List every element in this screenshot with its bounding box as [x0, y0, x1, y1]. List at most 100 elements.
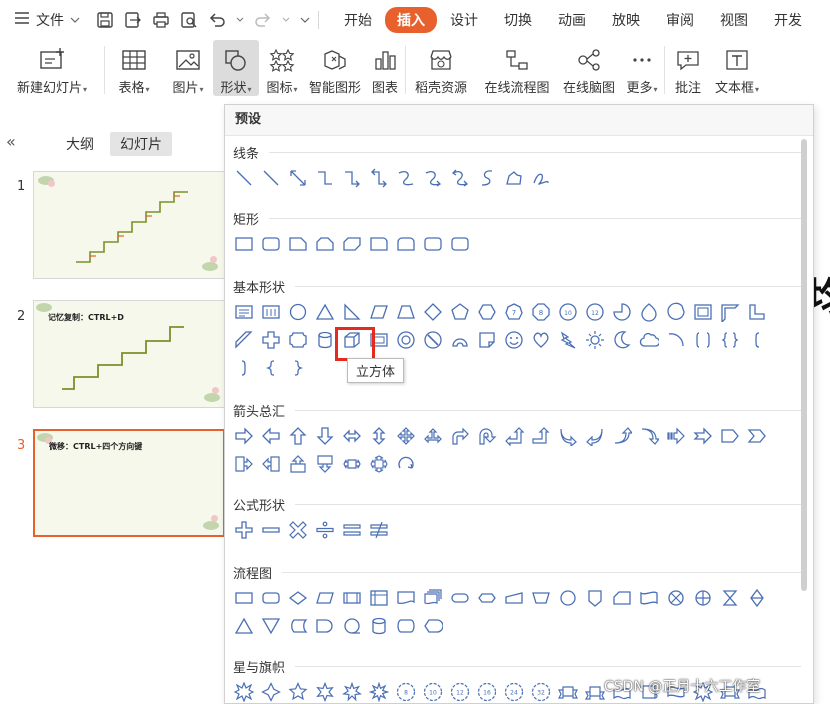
shape-aLR-icon[interactable] — [341, 425, 363, 447]
shape-vtext-icon[interactable] — [260, 301, 282, 323]
shape-fStored-icon[interactable] — [287, 615, 309, 637]
shape-cloud-icon[interactable] — [638, 329, 660, 351]
shape-fManIn-icon[interactable] — [503, 587, 525, 609]
shape-s4-icon[interactable] — [260, 681, 282, 703]
shape-chevron-icon[interactable] — [746, 425, 768, 447]
tab-outline[interactable]: 大纲 — [56, 132, 104, 156]
shape-chord-icon[interactable] — [665, 301, 687, 323]
shape-aCurvD-icon[interactable] — [638, 425, 660, 447]
shape-fConn-icon[interactable] — [557, 587, 579, 609]
shape-aCurvU-icon[interactable] — [611, 425, 633, 447]
shape-fTape-icon[interactable] — [638, 587, 660, 609]
shape-snip1-icon[interactable] — [287, 233, 309, 255]
shape-frame-icon[interactable] — [692, 301, 714, 323]
shape-rtri-icon[interactable] — [341, 301, 363, 323]
shape-plaque-icon[interactable] — [287, 329, 309, 351]
shape-divide-icon[interactable] — [314, 519, 336, 541]
online-mindmap-button[interactable]: 在线脑图 — [558, 40, 620, 96]
shape-hex-icon[interactable] — [476, 301, 498, 323]
shape-fTerm-icon[interactable] — [449, 587, 471, 609]
comment-button[interactable]: 批注 — [665, 40, 711, 96]
picture-button[interactable]: 图片▾ — [163, 40, 213, 96]
shape-aL-icon[interactable] — [260, 425, 282, 447]
textbox-button[interactable]: 文本框▾ — [711, 40, 763, 96]
redo-icon[interactable] — [254, 11, 272, 29]
shape-aLU-icon[interactable] — [503, 425, 525, 447]
new-slide-button[interactable]: 新建幻灯片▾ — [0, 40, 104, 96]
shape-num8-icon[interactable]: 8 — [530, 301, 552, 323]
undo-dropdown-icon[interactable] — [236, 11, 244, 29]
shape-heart-icon[interactable] — [530, 329, 552, 351]
shape-rect-icon[interactable] — [233, 233, 255, 255]
shape-s5-icon[interactable] — [287, 681, 309, 703]
shape-equal-icon[interactable] — [341, 519, 363, 541]
shape-fPredef-icon[interactable] — [341, 587, 363, 609]
shape-line-icon[interactable] — [233, 167, 255, 189]
shape-fInternal-icon[interactable] — [368, 587, 390, 609]
shape-minus-icon[interactable] — [260, 519, 282, 541]
shape-noSymbol-icon[interactable] — [422, 329, 444, 351]
shape-fSumJ-icon[interactable] — [665, 587, 687, 609]
shape-num12-icon[interactable]: 12 — [584, 301, 606, 323]
tab-1[interactable]: 插入 — [385, 7, 437, 33]
shape-cross-icon[interactable] — [260, 329, 282, 351]
shape-trap-icon[interactable] — [395, 301, 417, 323]
shape-snipD-icon[interactable] — [341, 233, 363, 255]
slide-thumbnail-3[interactable]: 微移：CTRL+四个方向键 — [33, 429, 225, 537]
scrollbar[interactable] — [801, 139, 807, 591]
slide-thumbnail-2[interactable]: 记忆复制：CTRL+D — [33, 300, 225, 408]
shape-rrect-icon[interactable] — [449, 233, 471, 255]
shape-calloutLR-icon[interactable] — [341, 453, 363, 475]
shape-moon-icon[interactable] — [611, 329, 633, 351]
shape-fMerge-icon[interactable] — [260, 615, 282, 637]
shape-aNotch-icon[interactable] — [692, 425, 714, 447]
chart-button[interactable]: 图表 — [365, 40, 405, 96]
shape-aCurvL-icon[interactable] — [584, 425, 606, 447]
shape-fData-icon[interactable] — [314, 587, 336, 609]
shape-round1-icon[interactable] — [368, 233, 390, 255]
shape-notEqual-icon[interactable] — [368, 519, 390, 541]
shape-aLRU-icon[interactable] — [422, 425, 444, 447]
shape-aU-icon[interactable] — [287, 425, 309, 447]
shape-calloutD-icon[interactable] — [314, 453, 336, 475]
shape-fOffPage-icon[interactable] — [584, 587, 606, 609]
shape-fExtract-icon[interactable] — [233, 615, 255, 637]
save-icon[interactable] — [96, 11, 114, 29]
shape-fDecision-icon[interactable] — [287, 587, 309, 609]
shape-smiley-icon[interactable] — [503, 329, 525, 351]
shape-burst-icon[interactable] — [233, 681, 255, 703]
shape-diagstripe-icon[interactable] — [233, 329, 255, 351]
file-menu[interactable]: 文件 — [14, 10, 80, 30]
print-preview-icon[interactable] — [180, 11, 198, 29]
shape-fManOp-icon[interactable] — [530, 587, 552, 609]
shape-donut-icon[interactable] — [395, 329, 417, 351]
shape-dblBracket-icon[interactable] — [692, 329, 714, 351]
shape-aD-icon[interactable] — [314, 425, 336, 447]
shape-rBrace-icon[interactable] — [287, 357, 309, 379]
customize-toolbar-icon[interactable] — [300, 11, 310, 29]
export-icon[interactable] — [124, 11, 142, 29]
shape-tri-icon[interactable] — [314, 301, 336, 323]
shape-rBracket-icon[interactable] — [233, 357, 255, 379]
shape-snip2-icon[interactable] — [314, 233, 336, 255]
shape-aUturn-icon[interactable] — [476, 425, 498, 447]
shape-arcOnly-icon[interactable] — [665, 329, 687, 351]
shape-dblBrace-icon[interactable] — [719, 329, 741, 351]
shape-aStripe-icon[interactable] — [665, 425, 687, 447]
shape-folded-icon[interactable] — [476, 329, 498, 351]
shape-lightning-icon[interactable] — [557, 329, 579, 351]
shape-can-icon[interactable] — [314, 329, 336, 351]
tab-7[interactable]: 视图 — [707, 7, 761, 33]
shape-n12-icon[interactable]: 12 — [449, 681, 471, 703]
shape-n24-icon[interactable]: 24 — [503, 681, 525, 703]
tab-3[interactable]: 切换 — [491, 7, 545, 33]
shape-line-icon[interactable] — [260, 167, 282, 189]
redo-dropdown-icon[interactable] — [282, 11, 290, 29]
shape-n8-icon[interactable]: 8 — [395, 681, 417, 703]
shape-times-icon[interactable] — [287, 519, 309, 541]
shape-aQuad-icon[interactable] — [395, 425, 417, 447]
shape-freeform-icon[interactable] — [503, 167, 525, 189]
tab-8[interactable]: 开发 — [761, 7, 815, 33]
shape-diamond-icon[interactable] — [422, 301, 444, 323]
shape-elbowD-icon[interactable] — [368, 167, 390, 189]
